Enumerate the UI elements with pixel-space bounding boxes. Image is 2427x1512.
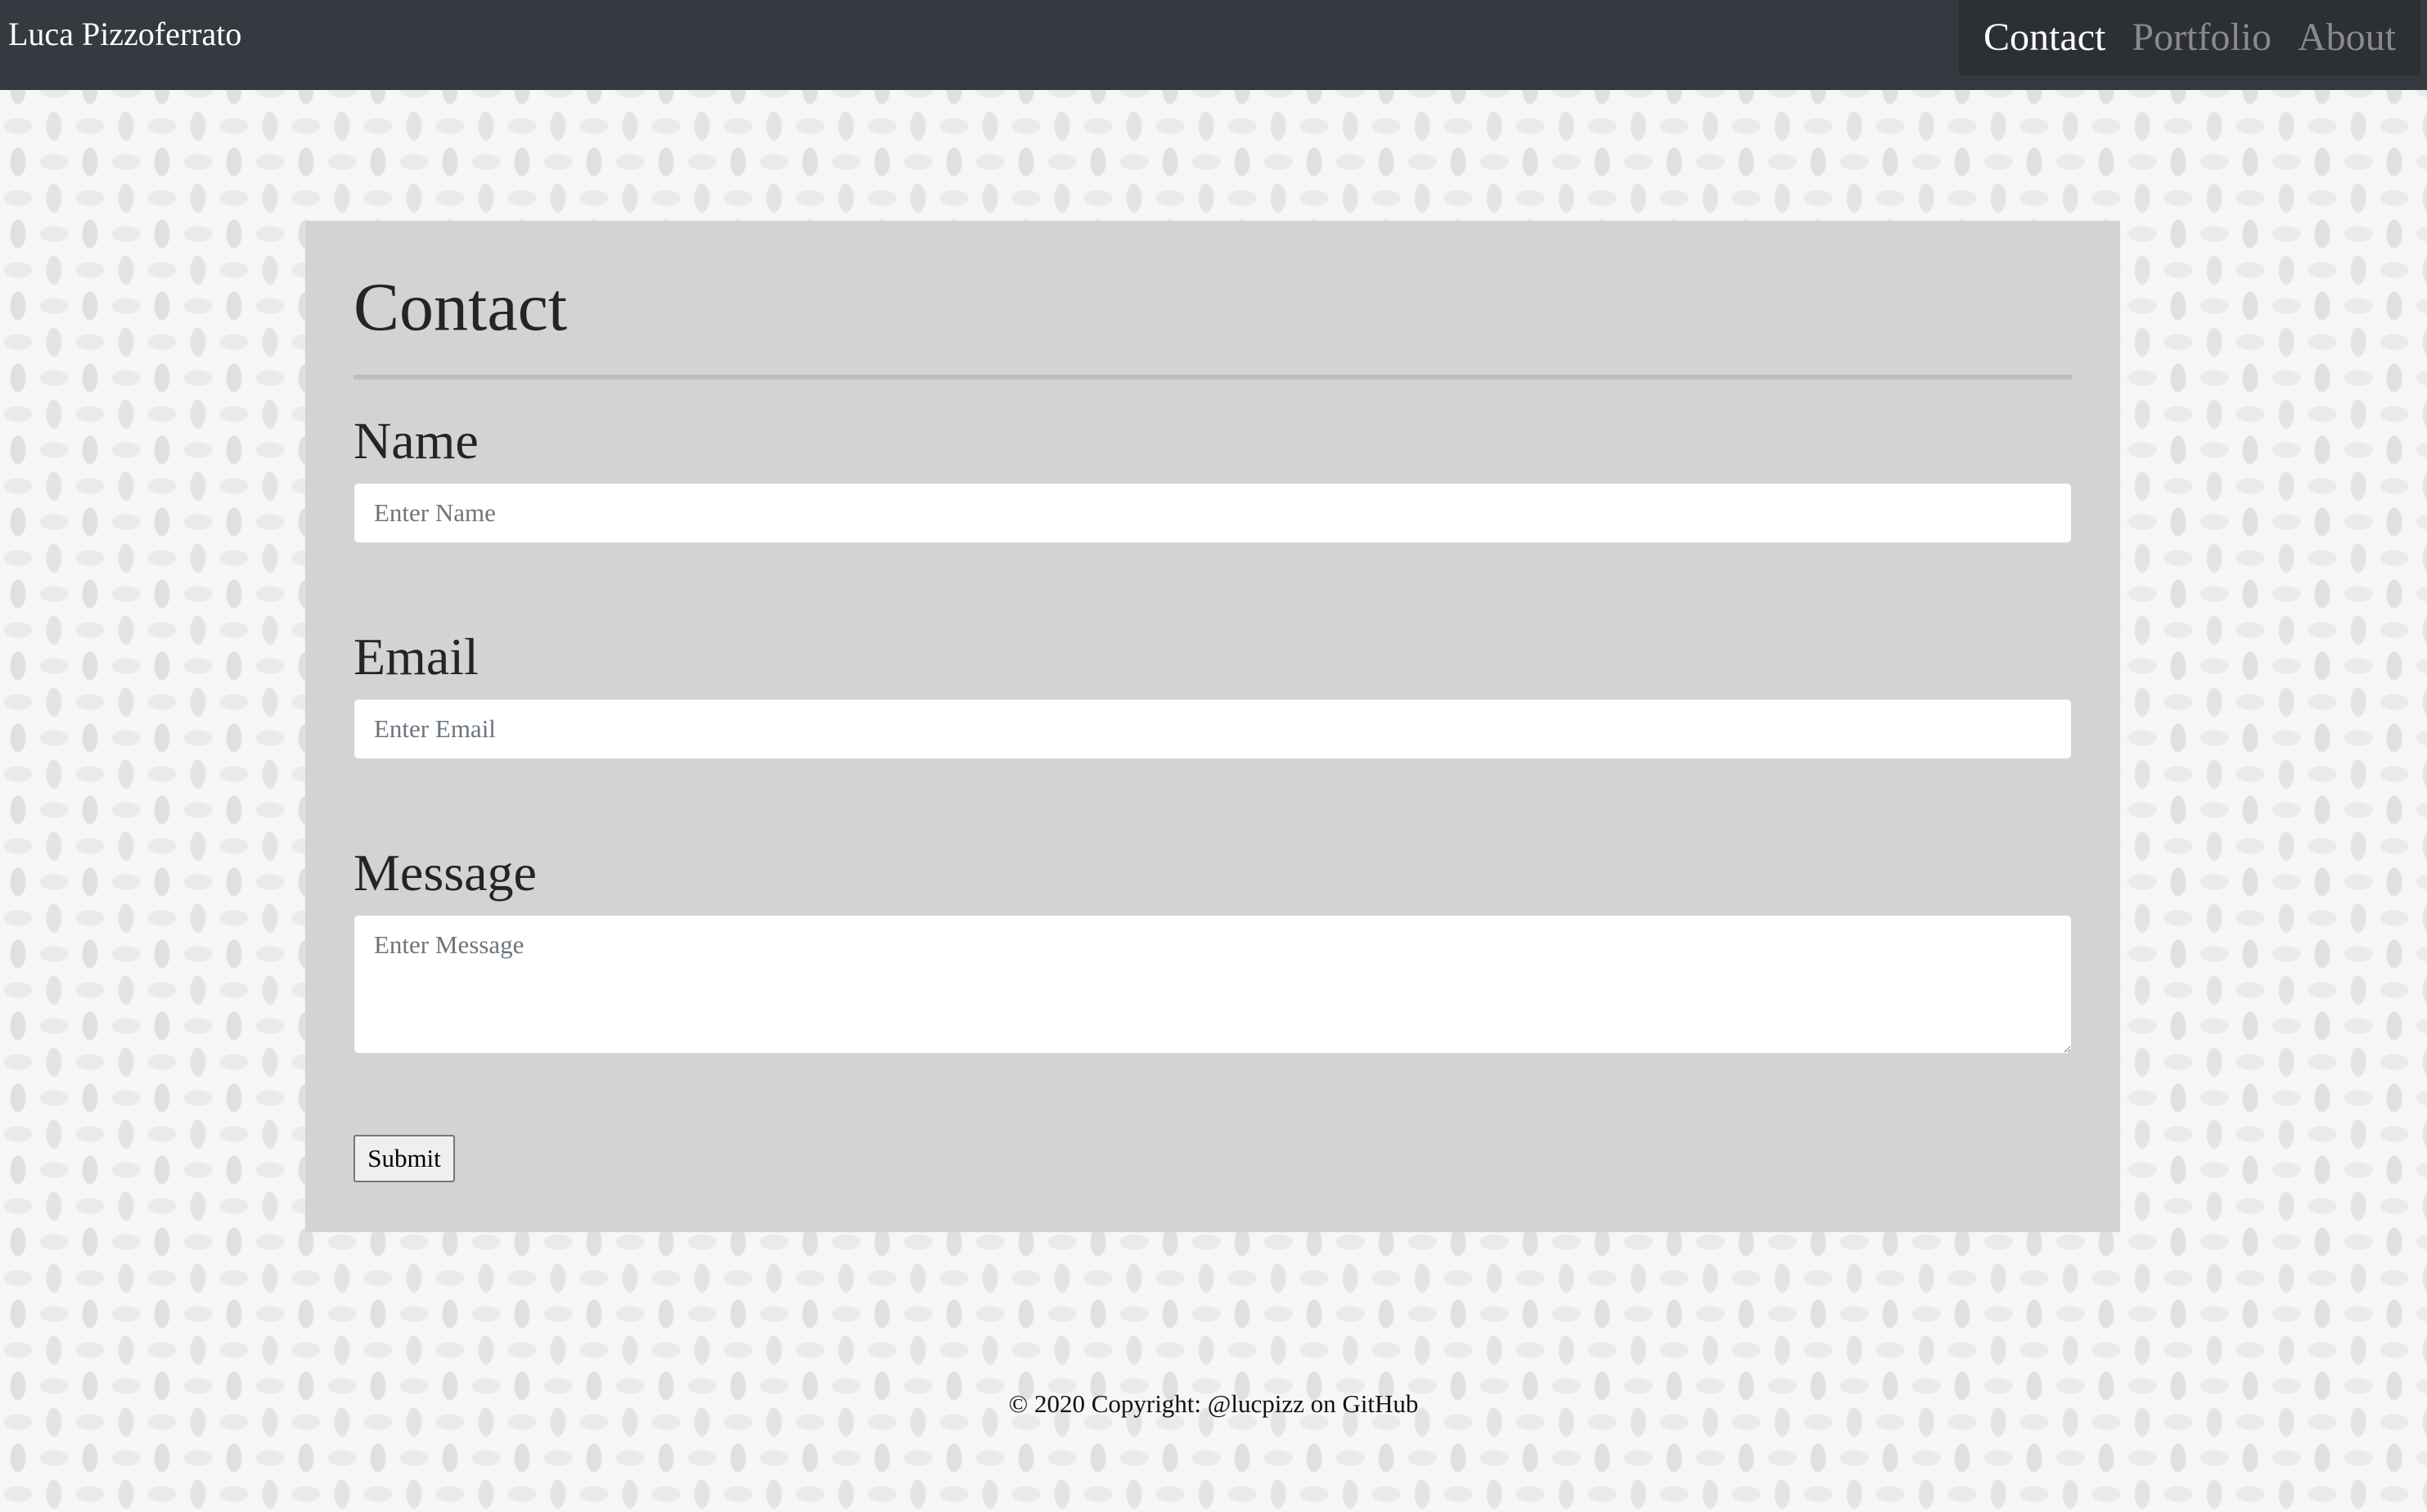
nav-link-about[interactable]: About [2298,13,2396,62]
contact-card: Contact Name Email Message Submit [305,221,2120,1232]
name-input[interactable] [353,483,2072,543]
title-divider [353,375,2072,380]
message-label: Message [353,844,537,902]
nav-link-portfolio[interactable]: Portfolio [2132,13,2272,62]
top-navbar: Luca Pizzoferrato Contact Portfolio Abou… [0,0,2427,90]
nav-link-contact[interactable]: Contact [1983,13,2105,62]
footer-copyright: © 2020 Copyright: @lucpizz on GitHub [1008,1389,1419,1418]
name-label: Name [353,412,479,470]
email-input[interactable] [353,699,2072,759]
nav-links: Contact Portfolio About [1959,0,2420,75]
submit-button[interactable]: Submit [353,1135,455,1182]
page-title: Contact [353,269,568,345]
message-textarea[interactable] [353,915,2072,1054]
brand-name[interactable]: Luca Pizzoferrato [8,15,241,54]
email-label: Email [353,628,479,686]
